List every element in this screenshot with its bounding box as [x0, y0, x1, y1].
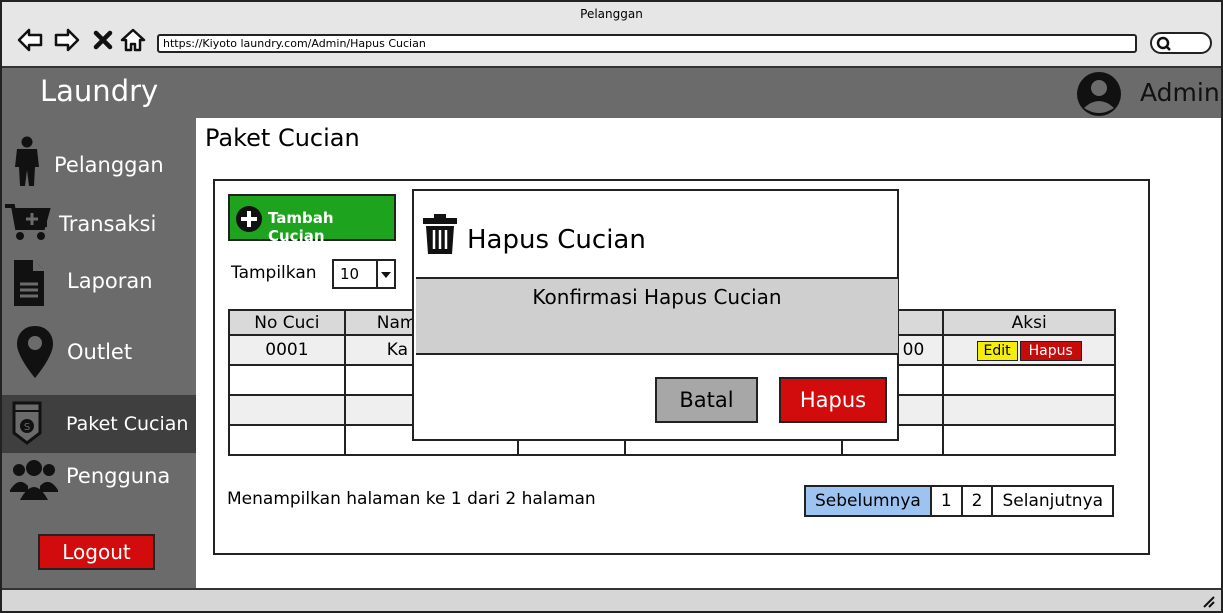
cancel-button[interactable]: Batal — [655, 377, 758, 423]
document-icon — [14, 260, 44, 306]
browser-titlebar: Pelanggan https://Kiyoto laundry.com/Adm… — [2, 2, 1221, 68]
column-header[interactable]: Aksi — [942, 309, 1116, 336]
cart-icon — [5, 204, 51, 240]
forward-arrow-icon[interactable] — [53, 26, 81, 54]
pagination-page-1[interactable]: 1 — [931, 487, 963, 515]
chevron-down-icon — [376, 261, 394, 287]
show-entries-select[interactable]: 10 — [332, 259, 396, 289]
sidebar-item-label: Paket Cucian — [66, 413, 189, 435]
confirm-delete-button[interactable]: Hapus — [779, 377, 887, 423]
column-header[interactable]: No Cuci — [228, 309, 346, 336]
sidebar-item-label: Pelanggan — [54, 153, 164, 177]
show-entries-label: Tampilkan — [231, 263, 317, 283]
back-arrow-icon[interactable] — [16, 26, 44, 54]
sidebar-item-laporan[interactable]: Laporan — [2, 258, 196, 316]
delete-button[interactable]: Hapus — [1019, 340, 1082, 361]
sidebar-item-label: Transaksi — [59, 212, 157, 236]
address-bar[interactable]: https://Kiyoto laundry.com/Admin/Hapus C… — [157, 34, 1137, 53]
trash-icon — [423, 214, 457, 254]
sidebar-item-transaksi[interactable]: Transaksi — [2, 204, 196, 262]
pagination-next[interactable]: Selanjutnya — [993, 487, 1113, 515]
svg-text:S: S — [24, 422, 30, 433]
sidebar-item-paket-cucian[interactable]: S Paket Cucian — [2, 395, 196, 453]
user-avatar-icon[interactable] — [1074, 70, 1124, 118]
status-bar — [2, 588, 1221, 611]
close-icon[interactable] — [91, 26, 115, 54]
sidebar-item-label: Laporan — [67, 269, 153, 293]
dialog-message: Konfirmasi Hapus Cucian — [532, 285, 782, 309]
page-title: Paket Cucian — [205, 124, 360, 152]
logout-button[interactable]: Logout — [38, 534, 155, 570]
users-icon — [10, 460, 58, 500]
person-icon — [15, 136, 39, 186]
sidebar-item-label: Outlet — [67, 340, 133, 364]
plus-circle-icon — [236, 206, 262, 232]
sidebar-item-label: Pengguna — [66, 464, 171, 488]
pagination-info: Menampilkan halaman ke 1 dari 2 halaman — [227, 489, 596, 509]
brand-title: Laundry — [40, 74, 159, 108]
dialog-title: Hapus Cucian — [467, 225, 646, 255]
table-cell: 0001 — [228, 334, 346, 366]
pagination: Sebelumnya 1 2 Selanjutnya — [804, 485, 1115, 517]
location-pin-icon — [17, 326, 53, 378]
pocket-icon: S — [12, 401, 42, 445]
sidebar-item-outlet[interactable]: Outlet — [2, 324, 196, 382]
browser-window: Pelanggan https://Kiyoto laundry.com/Adm… — [0, 0, 1223, 613]
search-icon — [1156, 36, 1171, 51]
show-entries-value: 10 — [340, 265, 360, 283]
home-icon[interactable] — [119, 26, 147, 54]
browser-search-box[interactable] — [1150, 32, 1212, 54]
pagination-page-2[interactable]: 2 — [962, 487, 994, 515]
sidebar-item-pengguna[interactable]: Pengguna — [2, 454, 196, 512]
add-button-label: Tambah Cucian — [268, 209, 334, 245]
dialog-body: Konfirmasi Hapus Cucian — [416, 277, 898, 355]
action-cell: Edit Hapus — [942, 334, 1116, 366]
app-header: Laundry Admin — [2, 68, 1221, 118]
sidebar: Pelanggan Transaksi Laporan Outlet S Pak… — [2, 118, 196, 588]
user-name[interactable]: Admin — [1140, 78, 1220, 107]
add-cucian-button[interactable]: Tambah Cucian — [228, 194, 396, 245]
pagination-prev[interactable]: Sebelumnya — [806, 487, 932, 515]
resize-handle-icon[interactable] — [1201, 594, 1215, 608]
window-title: Pelanggan — [580, 7, 643, 21]
sidebar-item-pelanggan[interactable]: Pelanggan — [2, 136, 196, 194]
edit-button[interactable]: Edit — [976, 340, 1018, 361]
